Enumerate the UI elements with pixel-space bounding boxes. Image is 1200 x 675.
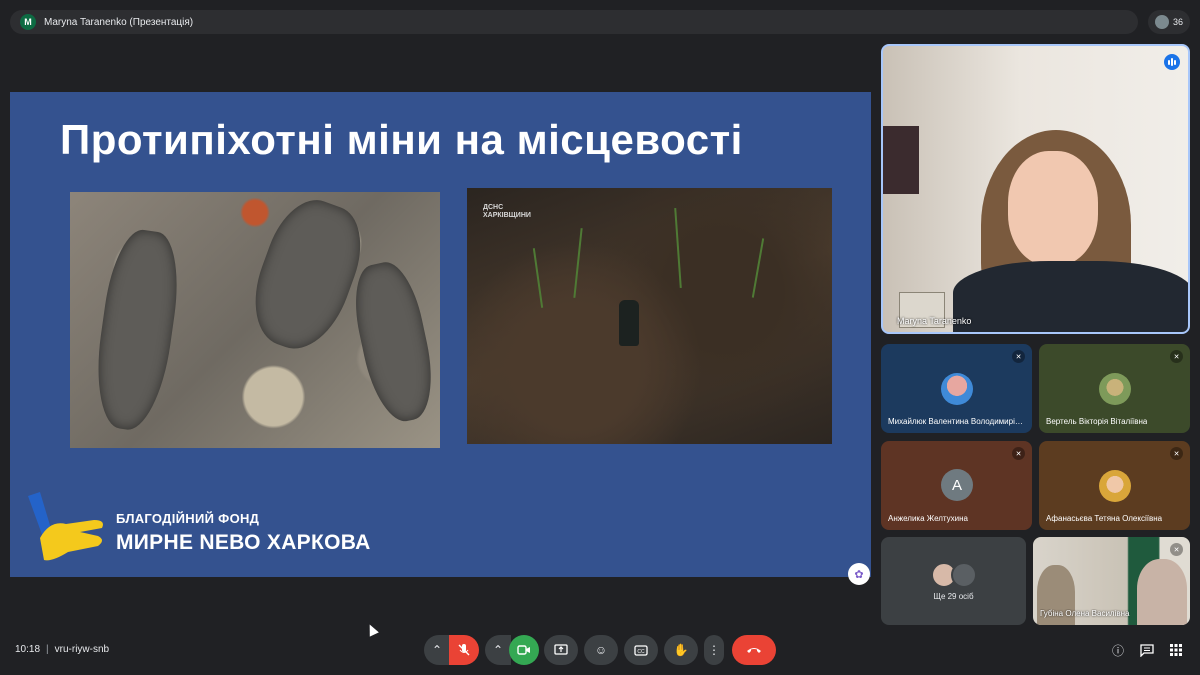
info-icon: ⓘ xyxy=(1111,643,1124,658)
mic-off-icon: ✕ xyxy=(1170,447,1183,460)
audio-options-button[interactable]: ⌃ xyxy=(424,635,450,665)
meet-window: M Marуna Taranenko (Презентація) 36 Прот… xyxy=(0,0,1200,675)
speaking-indicator-icon xyxy=(1164,54,1180,70)
speaker-body xyxy=(953,261,1188,332)
participant-name: Губіна Олена Василівна xyxy=(1040,609,1130,618)
watermark-line: ХАРКІВЩИНИ xyxy=(483,212,531,219)
clock-time: 10:18 xyxy=(15,644,41,655)
mic-off-icon: ✕ xyxy=(1170,350,1183,363)
presentation-title: Marуna Taranenko (Презентація) xyxy=(44,16,194,28)
participant-avatar xyxy=(941,373,973,405)
participant-name: Анжелика Желтухина xyxy=(888,514,969,523)
mic-off-icon: ✕ xyxy=(1012,350,1025,363)
mic-toggle-button[interactable] xyxy=(449,635,479,665)
leave-call-button[interactable] xyxy=(732,635,776,665)
more-participants-label: Ще 29 осіб xyxy=(933,592,974,601)
speaker-tile[interactable]: Marуna Taranenko xyxy=(881,44,1190,334)
mines-photo-rocks xyxy=(70,189,442,448)
presenter-avatar: M xyxy=(20,14,36,30)
activities-button[interactable] xyxy=(1168,642,1184,658)
present-button[interactable] xyxy=(544,635,578,665)
participant-avatar xyxy=(951,562,977,588)
video-camera-icon xyxy=(517,645,530,655)
more-options-button[interactable]: ⋮ xyxy=(704,635,724,665)
dsns-watermark: ДСНС ХАРКІВЩИНИ xyxy=(483,204,531,220)
raise-hand-icon: ✋ xyxy=(673,643,689,657)
participant-name: Михайлюк Валентина Володимирі… xyxy=(888,417,1023,426)
participant-tile[interactable]: ✕ Губіна Олена Василівна xyxy=(1033,537,1190,625)
grass-blade xyxy=(532,248,544,308)
gemini-icon[interactable]: ✿ xyxy=(848,563,870,585)
participant-tile[interactable]: ✕ Михайлюк Валентина Володимирі… xyxy=(881,344,1032,433)
mic-off-icon xyxy=(458,644,470,656)
mic-off-icon: ✕ xyxy=(1012,447,1025,460)
foundation-line1: БЛАГОДІЙНИЙ ФОНД xyxy=(116,511,260,526)
mine-shape xyxy=(619,300,639,346)
participant-tile[interactable]: ✕ Вертель Вікторія Віталіївна xyxy=(1039,344,1190,433)
grid-icon xyxy=(1170,644,1182,656)
grass-blade xyxy=(573,228,583,298)
participant-avatar xyxy=(1099,470,1131,502)
participant-name: Вертель Вікторія Віталіївна xyxy=(1046,417,1148,426)
present-screen-icon xyxy=(554,644,568,655)
watermark-line: ДСНС xyxy=(483,204,504,211)
participant-video xyxy=(1137,559,1187,625)
participant-avatar: A xyxy=(941,469,973,501)
participant-count: 36 xyxy=(1172,17,1183,27)
captions-icon: CC xyxy=(634,644,648,656)
more-avatars xyxy=(931,562,979,588)
presentation-banner[interactable]: M Marуna Taranenko (Презентація) xyxy=(10,10,1138,34)
mine-shape xyxy=(346,257,442,427)
flag-hand-icon xyxy=(28,492,103,561)
foundation-line2: МИРНЕ NЕВО ХАРКОВА xyxy=(116,531,371,554)
mine-photo-ground: ДСНС ХАРКІВЩИНИ xyxy=(467,188,832,444)
foundation-logo: БЛАГОДІЙНИЙ ФОНД МИРНЕ NЕВО ХАРКОВА xyxy=(22,490,442,570)
grass-blade xyxy=(751,238,765,298)
emoji-icon: ☺ xyxy=(594,643,608,657)
meeting-details: 10:18 | vru-riyw-snb xyxy=(15,644,109,655)
people-avatar-icon xyxy=(1154,15,1169,29)
participant-avatar xyxy=(1099,373,1131,405)
mine-shape xyxy=(88,226,186,434)
participant-tile[interactable]: A ✕ Анжелика Желтухина xyxy=(881,441,1032,530)
chevron-up-icon: ⌃ xyxy=(431,643,443,657)
speaker-face xyxy=(1008,151,1098,266)
more-participants-tile[interactable]: Ще 29 осіб xyxy=(881,537,1026,625)
chat-button[interactable] xyxy=(1139,642,1155,658)
presentation-slide: Протипіхотні міни на місцевості ДСНС ХАР… xyxy=(10,92,871,577)
svg-text:CC: CC xyxy=(637,649,645,655)
slide-title: Протипіхотні міни на місцевості xyxy=(60,116,743,163)
chevron-up-icon: ⌃ xyxy=(492,643,504,657)
meeting-code: vru-riyw-snb xyxy=(54,644,110,655)
wall-poster xyxy=(883,126,919,194)
end-call-icon xyxy=(747,648,761,653)
chat-icon xyxy=(1140,643,1154,657)
video-options-button[interactable]: ⌃ xyxy=(485,635,511,665)
participants-button[interactable]: 36 xyxy=(1148,10,1190,34)
participant-tile[interactable]: ✕ Афанасьєва Тетяна Олексіївна xyxy=(1039,441,1190,530)
more-vert-icon: ⋮ xyxy=(708,643,720,657)
bottom-toolbar: 10:18 | vru-riyw-snb ⌃ ⌃ ☺ CC ✋ ⋮ ⓘ xyxy=(0,632,1200,675)
mic-off-icon: ✕ xyxy=(1170,543,1183,556)
mine-shape xyxy=(239,189,375,361)
captions-button[interactable]: CC xyxy=(624,635,658,665)
speaker-name: Marуna Taranenko xyxy=(897,316,972,326)
meeting-info-button[interactable]: ⓘ xyxy=(1110,642,1126,658)
emoji-button[interactable]: ☺ xyxy=(584,635,618,665)
separator: | xyxy=(46,644,49,655)
raise-hand-button[interactable]: ✋ xyxy=(664,635,698,665)
camera-toggle-button[interactable] xyxy=(509,635,539,665)
grass-blade xyxy=(674,208,682,288)
participant-name: Афанасьєва Тетяна Олексіївна xyxy=(1046,514,1163,523)
